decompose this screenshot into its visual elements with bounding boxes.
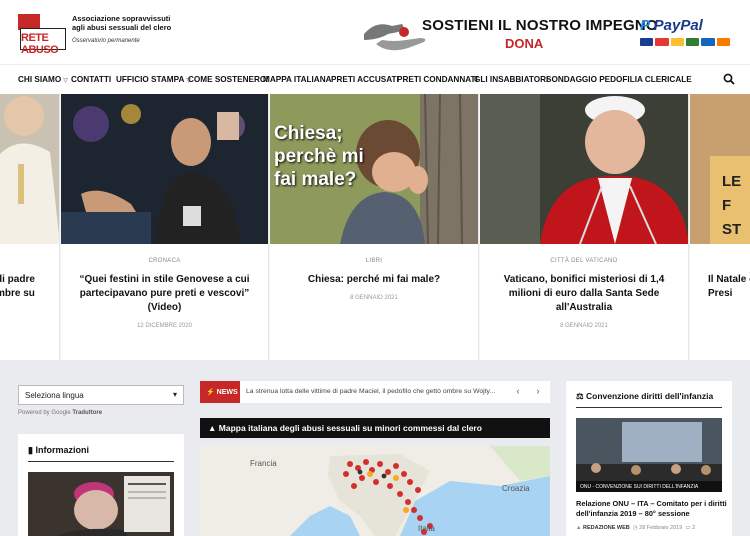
google-logo: Google	[51, 410, 71, 416]
site-header: RETE ABUSO Associazione sopravvissuti ag…	[0, 0, 750, 64]
divider	[576, 407, 722, 408]
slide-card[interactable]: Chiesa; perchè mi fai male? LIBRI Chiesa…	[270, 94, 479, 360]
scales-icon: ⚖	[576, 391, 584, 401]
slide-card[interactable]: LE F ST Il Natale c Presi	[690, 94, 750, 360]
map-label-croatia: Croazia	[502, 484, 530, 493]
post-comments[interactable]: 2	[692, 525, 695, 531]
slide-category[interactable]: CRONACA	[61, 258, 268, 264]
slide-image	[0, 94, 59, 244]
logo-subtitle: Osservatorio permanente	[72, 38, 140, 44]
translate-link[interactable]: Traduttore	[72, 410, 102, 416]
book-icon: ▮	[28, 445, 33, 455]
nav-item-ufficio-stampa[interactable]: UFFICIO STAMPA ▽	[116, 75, 191, 84]
slide-title[interactable]: Il Natale c Presi	[708, 273, 750, 301]
nav-item-gli-insabbiatori[interactable]: GLI INSABBIATORI	[474, 75, 548, 84]
nav-item-preti-accusati[interactable]: PRETI ACCUSATI	[331, 75, 399, 84]
featured-slider: di padre mbre su CRONACA “Quei festini i…	[0, 94, 750, 360]
slide-title[interactable]: di padre mbre su	[0, 273, 57, 301]
slide-card[interactable]: CRONACA “Quei festini in stile Genovese …	[61, 94, 269, 360]
slide-image	[61, 94, 268, 244]
map-label-italy: Italia	[418, 524, 435, 533]
slide-title[interactable]: Chiesa: perché mi fai male?	[280, 273, 468, 287]
convention-post-meta: ▲ REDAZIONE WEB ◷ 28 Febbraio 2019 ▭ 2	[576, 525, 695, 531]
chevron-down-icon: ▾	[172, 390, 177, 399]
slide-card[interactable]: CITTÀ DEL VATICANO Vaticano, bonifici mi…	[480, 94, 689, 360]
chevron-down-icon: ▽	[63, 78, 68, 84]
slide-category[interactable]: LIBRI	[270, 258, 478, 264]
user-icon: ▲	[576, 525, 582, 531]
next-button[interactable]: ›	[530, 384, 546, 400]
slide-title[interactable]: Vaticano, bonifici misteriosi di 1,4 mil…	[490, 273, 678, 315]
logo-word: RETE ABUSO	[21, 32, 59, 56]
slide-image	[480, 94, 688, 244]
site-logo[interactable]: RETE ABUSO Associazione sopravvissuti ag…	[18, 12, 171, 56]
slide-date: 12 DICEMBRE 2020	[136, 323, 193, 329]
paypal-logo: P PayPal	[640, 17, 703, 34]
clock-icon: ◷	[632, 525, 638, 531]
banner-title: SOSTIENI IL NOSTRO IMPEGNO	[422, 17, 658, 34]
prev-button[interactable]: ‹	[510, 384, 526, 400]
lightning-icon: ⚡	[206, 389, 215, 396]
slide-image-text: Chiesa; perchè mi fai male?	[274, 123, 364, 190]
slide-date: 8 GENNAIO 2021	[560, 323, 608, 329]
post-date: 28 Febbraio 2019	[639, 525, 683, 531]
nav-item-preti-condannati[interactable]: PRETI CONDANNATI	[397, 75, 478, 84]
news-ticker: ⚡ NEWS La strenua lotta delle vittime di…	[200, 381, 550, 403]
post-author[interactable]: REDAZIONE WEB	[583, 525, 630, 531]
slide-image-text: LE F ST	[722, 173, 742, 238]
slide-image: Chiesa; perchè mi fai male?	[270, 94, 478, 244]
slide-image: LE F ST	[690, 94, 750, 244]
logo-badge: RETE ABUSO	[18, 14, 66, 56]
slide-category[interactable]: CITTÀ DEL VATICANO	[480, 258, 688, 264]
info-widget: ▮ Informazioni	[18, 434, 184, 536]
comment-icon: ▭	[685, 525, 691, 531]
nav-item-sondaggio[interactable]: SONDAGGIO PEDOFILIA CLERICALE	[546, 75, 692, 84]
donate-banner[interactable]: SOSTIENI IL NOSTRO IMPEGNO DONA P PayPal	[358, 10, 730, 54]
nav-item-come-sostenerci[interactable]: COME SOSTENERCI	[188, 75, 268, 84]
nav-item-contatti[interactable]: CONTATTI	[71, 75, 111, 84]
convention-image-caption: ONU - CONVENZIONE SUI DIRITTI DELL'INFAN…	[576, 481, 722, 492]
convention-heading: ⚖ Convenzione diritti dell'infanzia	[576, 391, 714, 401]
convention-image[interactable]: ONU - CONVENZIONE SUI DIRITTI DELL'INFAN…	[576, 418, 722, 492]
map-heading: ▲ Mappa italiana degli abusi sessuali su…	[200, 418, 550, 438]
slide-date: 8 GENNAIO 2021	[350, 295, 398, 301]
abuse-map[interactable]: Francia Croazia Italia	[200, 446, 550, 536]
convention-post-title[interactable]: Relazione ONU – ITA – Comitato per i dir…	[576, 499, 728, 519]
powered-by: Powered by Google Traduttore	[18, 410, 103, 416]
nav-item-chi-siamo[interactable]: CHI SIAMO ▽	[18, 75, 68, 84]
main-nav: CHI SIAMO ▽ CONTATTI UFFICIO STAMPA ▽ COME…	[0, 64, 750, 94]
news-tag: ⚡ NEWS	[200, 381, 240, 403]
language-select[interactable]: Seleziona lingua ▾	[18, 385, 184, 405]
search-icon[interactable]	[723, 73, 735, 85]
nav-item-mappa-italiana[interactable]: MAPPA ITALIANA	[263, 75, 332, 84]
language-select-label: Seleziona lingua	[25, 391, 84, 400]
news-ticker-text[interactable]: La strenua lotta delle vittime di padre …	[246, 388, 504, 395]
slide-card[interactable]: di padre mbre su	[0, 94, 60, 360]
info-image[interactable]	[28, 472, 174, 536]
payment-cards-icon	[640, 38, 730, 46]
donate-label[interactable]: DONA	[505, 36, 543, 51]
map-label-france: Francia	[250, 459, 277, 468]
divider	[28, 461, 174, 462]
slide-title[interactable]: “Quei festini in stile Genovese a cui pa…	[71, 273, 258, 315]
warning-icon: ▲	[208, 423, 217, 433]
paypal-label: PayPal	[653, 17, 703, 34]
logo-tagline: Associazione sopravvissuti agli abusi se…	[72, 14, 172, 32]
convention-widget: ⚖ Convenzione diritti dell'infanzia ONU …	[566, 381, 732, 536]
info-heading: ▮ Informazioni	[28, 445, 89, 455]
